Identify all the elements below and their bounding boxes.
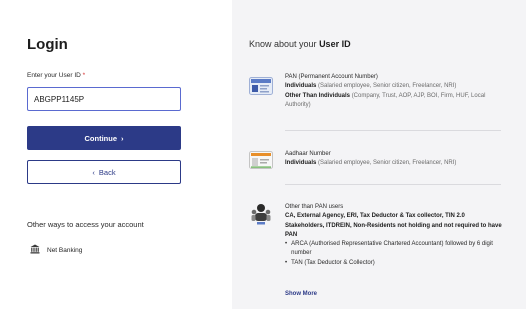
bank-icon	[30, 244, 40, 256]
user-id-input[interactable]	[27, 87, 181, 111]
continue-button[interactable]: Continue ›	[27, 126, 181, 150]
bullet-dot: •	[285, 259, 288, 266]
info-title-prefix: Know about your	[249, 39, 317, 49]
info-title: Know about your User ID	[249, 39, 351, 49]
page-title: Login	[27, 36, 68, 53]
aadhaar-info-text: Aadhaar Number Individuals (Salaried emp…	[285, 150, 505, 169]
pan-info-text: PAN (Permanent Account Number) Individua…	[285, 73, 505, 110]
back-label: Back	[98, 167, 116, 177]
aadhaar-individuals-desc: (Salaried employee, Senior citizen, Free…	[318, 160, 457, 167]
list-item: • ARCA (Authorised Representative Charte…	[285, 240, 505, 259]
other-users-heading: Other than PAN users	[285, 204, 344, 210]
info-title-emphasis: User ID	[319, 39, 351, 49]
other-users-info-text: Other than PAN users CA, External Agency…	[285, 203, 505, 268]
back-button[interactable]: ‹ Back	[27, 160, 181, 184]
aadhaar-heading: Aadhaar Number	[285, 151, 331, 157]
divider	[285, 130, 501, 131]
chevron-right-icon: ›	[121, 133, 124, 143]
pan-card-icon	[249, 77, 273, 100]
aadhaar-individuals-label: Individuals	[285, 160, 317, 167]
net-banking-link[interactable]: Net Banking	[30, 244, 82, 256]
bullet-dot: •	[285, 241, 288, 248]
list-item: • TAN (Tax Deductor & Collector)	[285, 259, 505, 268]
pan-heading: PAN (Permanent Account Number)	[285, 74, 378, 80]
chevron-left-icon: ‹	[92, 167, 95, 177]
divider	[285, 184, 501, 185]
aadhaar-card-icon	[249, 151, 273, 174]
show-more-link[interactable]: Show More	[285, 291, 317, 297]
pan-individuals-label: Individuals	[285, 83, 317, 90]
bullet-text: TAN (Tax Deductor & Collector)	[291, 259, 375, 266]
user-id-label: Enter your User ID *	[27, 72, 85, 79]
user-id-label-text: Enter your User ID	[27, 72, 81, 79]
other-ways-heading: Other ways to access your account	[27, 220, 144, 229]
other-users-info-item: Other than PAN users CA, External Agency…	[249, 203, 505, 289]
bullet-text: ARCA (Authorised Representative Chartere…	[291, 241, 493, 257]
required-mark: *	[82, 72, 86, 79]
pan-individuals-desc: (Salaried employee, Senior citizen, Free…	[318, 83, 457, 90]
user-group-icon	[251, 203, 271, 230]
aadhaar-info-item: Aadhaar Number Individuals (Salaried emp…	[249, 150, 505, 174]
other-users-list: CA, External Agency, ERI, Tax Deductor &…	[285, 213, 502, 238]
continue-label: Continue	[84, 133, 118, 143]
pan-info-item: PAN (Permanent Account Number) Individua…	[249, 73, 505, 123]
net-banking-label: Net Banking	[47, 246, 83, 254]
pan-others-label: Other Than Individuals	[285, 92, 351, 99]
